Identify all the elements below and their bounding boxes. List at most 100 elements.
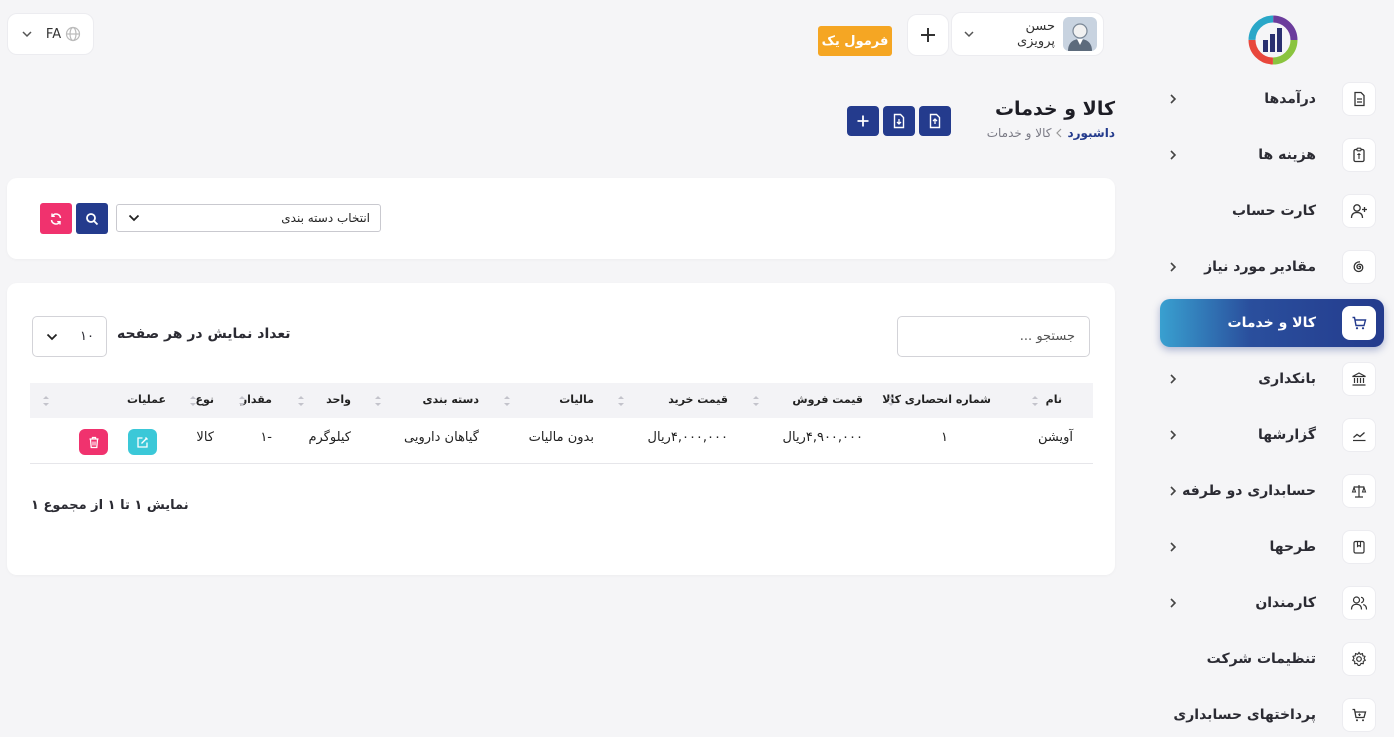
chevron-left-icon xyxy=(1170,262,1177,272)
sidebar-item-company-settings[interactable]: تنظیمات شرکت xyxy=(1160,635,1384,683)
column-header-category[interactable]: دسته بندی xyxy=(422,383,479,418)
sidebar-item-label: بانکداری xyxy=(1258,371,1316,387)
user-menu[interactable]: حسن پرویزی xyxy=(951,12,1104,56)
edit-icon xyxy=(137,436,148,448)
sort-icon[interactable] xyxy=(374,393,382,409)
cell-unit: کیلوگرم xyxy=(308,430,351,445)
sidebar-item-income[interactable]: درآمدها xyxy=(1160,75,1384,123)
delete-button[interactable] xyxy=(79,429,108,455)
sort-icon[interactable] xyxy=(752,393,760,409)
chevron-left-icon xyxy=(1170,486,1177,496)
chart-line-icon xyxy=(1342,418,1376,452)
sidebar-item-expenses[interactable]: هزینه ها xyxy=(1160,131,1384,179)
cart-icon xyxy=(1342,306,1376,340)
quick-add-button[interactable] xyxy=(907,14,949,56)
chevron-down-icon xyxy=(22,31,32,38)
breadcrumb-home-link[interactable]: داشبورد xyxy=(1067,126,1115,140)
spiral-icon xyxy=(1342,250,1376,284)
sidebar-item-double-entry[interactable]: حسابداری دو طرفه xyxy=(1160,467,1384,515)
user-name: حسن پرویزی xyxy=(1016,19,1055,49)
bank-icon xyxy=(1342,362,1376,396)
cell-sale-price: ۴,۹۰۰,۰۰۰ریال xyxy=(782,430,863,445)
row-divider xyxy=(30,463,1093,464)
sidebar-item-banking[interactable]: بانکداری xyxy=(1160,355,1384,403)
gear-icon xyxy=(1342,642,1376,676)
cell-purchase-price: ۴,۰۰۰,۰۰۰ریال xyxy=(647,430,728,445)
column-header-unit[interactable]: واحد xyxy=(326,383,351,418)
document-icon xyxy=(1342,82,1376,116)
export-file-button[interactable] xyxy=(919,106,951,136)
sidebar-item-account-card[interactable]: کارت حساب xyxy=(1160,187,1384,235)
page-size-label: تعداد نمایش در هر صفحه xyxy=(117,326,291,342)
category-select-value: انتخاب دسته بندی xyxy=(281,211,370,225)
cell-category: گیاهان دارویی xyxy=(404,430,479,445)
sidebar-item-employees[interactable]: کارمندان xyxy=(1160,579,1384,627)
column-header-purchase-price[interactable]: قیمت خرید xyxy=(668,383,728,418)
shopping-cart-icon xyxy=(1342,698,1376,732)
column-header-actions: عملیات xyxy=(126,393,166,406)
edit-button[interactable] xyxy=(128,429,157,455)
search-button[interactable] xyxy=(76,203,108,234)
chevron-down-icon xyxy=(128,214,140,222)
trash-icon xyxy=(89,436,98,448)
breadcrumb: داشبورد کالا و خدمات xyxy=(987,126,1115,140)
page-size-select[interactable]: ۱۰ xyxy=(32,316,107,357)
column-header-sale-price[interactable]: قیمت فروش xyxy=(792,383,863,418)
bookmark-icon xyxy=(1342,530,1376,564)
sort-icon[interactable] xyxy=(42,393,50,409)
cell-type: کالا xyxy=(196,430,214,445)
refresh-icon xyxy=(50,212,62,225)
pagination-summary: نمایش ۱ تا ۱ از مجموع ۱ xyxy=(31,498,189,513)
user-plus-icon xyxy=(1342,194,1376,228)
sort-icon[interactable] xyxy=(617,393,625,409)
column-header-tax[interactable]: مالیات xyxy=(559,383,594,418)
column-header-type[interactable]: نوع xyxy=(195,383,214,418)
sidebar-item-label: کارت حساب xyxy=(1231,203,1316,219)
cell-name: آویشن xyxy=(1037,430,1073,445)
chevron-left-icon xyxy=(1170,94,1177,104)
sidebar-item-label: تنظیمات شرکت xyxy=(1206,651,1316,667)
chevron-left-icon xyxy=(1170,598,1177,608)
cell-code: ۱ xyxy=(941,430,948,445)
sidebar-item-required-values[interactable]: مقادیر مورد نیاز xyxy=(1160,243,1384,291)
sidebar-item-label: گزارشها xyxy=(1258,427,1316,443)
plus-icon xyxy=(857,115,869,127)
language-selector[interactable]: FA xyxy=(7,13,94,55)
sidebar-item-goods-services[interactable]: کالا و خدمات xyxy=(1160,299,1384,347)
sort-icon[interactable] xyxy=(503,393,511,409)
chevron-left-icon xyxy=(1170,374,1177,384)
chevron-left-icon xyxy=(1170,150,1177,160)
sidebar-item-plans[interactable]: طرحها xyxy=(1160,523,1384,571)
import-file-button[interactable] xyxy=(883,106,915,136)
cell-tax: بدون مالیات xyxy=(528,430,594,445)
sort-icon[interactable] xyxy=(887,393,895,409)
reset-filter-button[interactable] xyxy=(40,203,72,234)
page-title: کالا و خدمات xyxy=(994,98,1115,120)
sidebar-item-label: پرداختهای حسابداری xyxy=(1173,707,1316,723)
sort-icon[interactable] xyxy=(238,393,246,409)
cell-quantity: -۱ xyxy=(260,430,272,445)
file-export-icon xyxy=(929,113,941,129)
sort-icon[interactable] xyxy=(189,393,197,409)
sort-icon[interactable] xyxy=(1031,393,1039,409)
scale-icon xyxy=(1342,474,1376,508)
chevron-left-icon xyxy=(1056,128,1062,138)
formula-one-button[interactable]: فرمول یک xyxy=(818,26,892,56)
category-select[interactable]: انتخاب دسته بندی xyxy=(116,204,381,232)
page-size-value: ۱۰ xyxy=(80,329,94,344)
sidebar-item-label: کارمندان xyxy=(1255,595,1316,611)
chevron-left-icon xyxy=(1170,430,1177,440)
search-icon xyxy=(86,212,99,225)
sidebar-item-accounting-payments[interactable]: پرداختهای حسابداری xyxy=(1160,691,1384,737)
search-input[interactable] xyxy=(897,316,1090,357)
add-item-button[interactable] xyxy=(847,106,879,136)
column-header-name[interactable]: نام xyxy=(1046,383,1062,418)
sidebar-item-label: طرحها xyxy=(1269,539,1316,555)
breadcrumb-current: کالا و خدمات xyxy=(986,126,1052,140)
sort-icon[interactable] xyxy=(297,393,305,409)
sidebar-item-reports[interactable]: گزارشها xyxy=(1160,411,1384,459)
sidebar-item-label: کالا و خدمات xyxy=(1227,315,1316,331)
column-header-code[interactable]: شماره انحصاری کالا xyxy=(882,383,991,418)
sidebar-item-label: درآمدها xyxy=(1264,91,1316,107)
chevron-down-icon xyxy=(46,333,58,340)
